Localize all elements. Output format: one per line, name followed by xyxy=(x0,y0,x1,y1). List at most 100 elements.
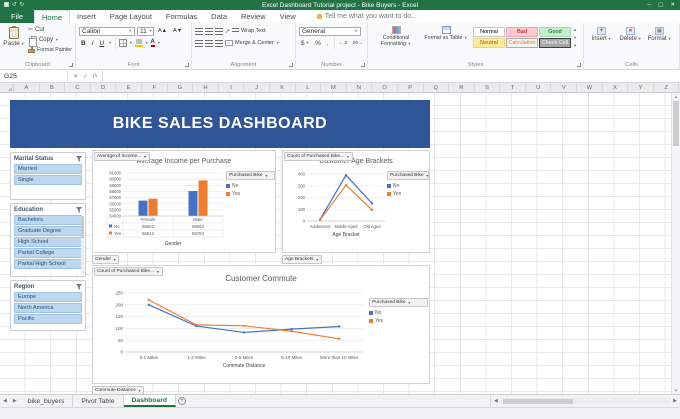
sheet-tab-bike-buyers[interactable]: bike_buyers xyxy=(20,395,74,407)
column-header-b[interactable]: B xyxy=(40,83,66,92)
dialog-launcher-icon[interactable] xyxy=(185,63,189,67)
column-header-r[interactable]: R xyxy=(449,83,475,92)
slicer-item-high-school[interactable]: High School xyxy=(14,237,82,247)
percent-style-button[interactable]: % xyxy=(313,40,323,47)
scroll-down-icon[interactable]: ▼ xyxy=(672,388,680,393)
clear-filter-icon[interactable] xyxy=(76,155,82,162)
wrap-text-button[interactable]: Wrap Text xyxy=(241,28,266,34)
undo-icon[interactable]: ↺ xyxy=(12,2,17,8)
column-header-g[interactable]: G xyxy=(168,83,194,92)
vertical-scrollbar[interactable]: ▲ ▼ xyxy=(671,93,680,394)
save-icon[interactable] xyxy=(4,2,9,7)
column-header-q[interactable]: Q xyxy=(424,83,450,92)
accounting-format-button[interactable]: $ ▼ xyxy=(299,40,311,47)
underline-button[interactable]: U xyxy=(98,39,107,48)
font-size-select[interactable]: 11 ▼ xyxy=(137,26,154,36)
align-left-icon[interactable] xyxy=(195,39,203,47)
sheet-tab-dashboard[interactable]: Dashboard xyxy=(123,395,177,407)
format-as-table-button[interactable]: Format as Table ▼ xyxy=(421,25,471,48)
conditional-formatting-button[interactable]: Conditional Formatting ▼ xyxy=(371,25,421,48)
slicer-item-partial-college[interactable]: Partial College xyxy=(14,248,82,258)
copy-button[interactable]: Copy ▼ xyxy=(27,35,73,47)
decrease-decimal-button[interactable]: .00→ xyxy=(350,41,363,46)
legend-field-button[interactable]: Purchased Bike ▼ xyxy=(387,171,429,180)
dialog-launcher-icon[interactable] xyxy=(361,63,365,67)
axis-field-button-age-brackets[interactable]: Age Brackets ▼ xyxy=(282,255,322,264)
cell-style-good[interactable]: Good xyxy=(539,27,571,37)
column-header-s[interactable]: S xyxy=(475,83,501,92)
cell-style-normal[interactable]: Normal xyxy=(473,27,505,37)
minimize-button[interactable]: ─ xyxy=(647,2,651,8)
column-header-x[interactable]: X xyxy=(603,83,629,92)
axis-field-button-gender[interactable]: Gender ▼ xyxy=(92,255,120,264)
scroll-right-icon[interactable]: ▶ xyxy=(670,398,680,404)
vertical-scrollbar-thumb[interactable] xyxy=(673,101,679,146)
prev-sheet-icon[interactable]: ◀ xyxy=(0,395,10,407)
scroll-up-icon[interactable]: ▲ xyxy=(672,94,680,99)
format-cells-button[interactable]: ▦ Format ▼ xyxy=(645,25,674,42)
slicer-item-europe[interactable]: Europe xyxy=(14,292,82,302)
dialog-launcher-icon[interactable] xyxy=(577,63,581,67)
dialog-launcher-icon[interactable] xyxy=(289,63,293,67)
tab-formulas[interactable]: Formulas xyxy=(159,10,204,23)
gallery-scroll-arrows[interactable]: ▲ ▼ ▼ xyxy=(573,27,577,48)
italic-button[interactable]: I xyxy=(90,39,96,48)
column-header-l[interactable]: L xyxy=(296,83,322,92)
tab-home[interactable]: Home xyxy=(34,10,71,23)
name-box[interactable]: G25 xyxy=(0,70,68,82)
file-tab[interactable]: File xyxy=(0,10,34,23)
column-header-d[interactable]: D xyxy=(91,83,117,92)
cell-style-bad[interactable]: Bad xyxy=(506,27,538,37)
pivot-field-button[interactable]: Count of Purchased Bike... ▼ xyxy=(94,267,163,276)
column-header-i[interactable]: I xyxy=(219,83,245,92)
number-format-select[interactable]: General ▼ xyxy=(299,26,361,36)
slicer-item-pacific[interactable]: Pacific xyxy=(14,314,82,324)
tab-page-layout[interactable]: Page Layout xyxy=(103,10,159,23)
column-header-v[interactable]: V xyxy=(551,83,578,92)
column-header-e[interactable]: E xyxy=(116,83,142,92)
slicer-item-graduate-degree[interactable]: Graduate Degree xyxy=(14,226,82,236)
worksheet-grid[interactable]: BIKE SALES DASHBOARD Marital Status Marri… xyxy=(0,93,680,395)
column-header-a[interactable]: A xyxy=(14,83,40,92)
font-color-icon[interactable]: A xyxy=(150,39,155,47)
decrease-font-size-button[interactable]: A▼ xyxy=(171,27,184,36)
column-header-c[interactable]: C xyxy=(65,83,91,92)
new-sheet-button[interactable]: + xyxy=(176,395,188,407)
cut-button[interactable]: ✂ Cut xyxy=(27,25,73,34)
cell-style-calculation[interactable]: Calculation xyxy=(506,38,538,48)
column-header-k[interactable]: K xyxy=(270,83,296,92)
borders-icon[interactable] xyxy=(118,39,127,47)
dialog-launcher-icon[interactable] xyxy=(69,63,73,67)
legend-field-button[interactable]: Purchased Bike ▼ xyxy=(369,298,428,307)
next-sheet-icon[interactable]: ▶ xyxy=(10,395,20,407)
bottom-align-icon[interactable] xyxy=(215,27,223,35)
column-header-w[interactable]: W xyxy=(577,83,603,92)
cell-style-neutral[interactable]: Neutral xyxy=(473,38,505,48)
column-header-n[interactable]: N xyxy=(347,83,373,92)
axis-field-button-commute-distance[interactable]: Commute Distance ▼ xyxy=(92,386,145,395)
tab-view[interactable]: View xyxy=(273,10,303,23)
maximize-button[interactable]: ▢ xyxy=(658,2,663,8)
column-header-z[interactable]: Z xyxy=(654,83,680,92)
clear-filter-icon[interactable] xyxy=(76,283,82,290)
cell-style-check-cell[interactable]: Check Cell xyxy=(539,38,571,48)
clear-filter-icon[interactable] xyxy=(76,206,82,213)
merge-center-button[interactable]: Merge & Center xyxy=(235,40,274,46)
top-align-icon[interactable] xyxy=(195,27,203,35)
increase-decimal-button[interactable]: ←.0 xyxy=(338,41,349,46)
tab-insert[interactable]: Insert xyxy=(70,10,103,23)
increase-font-size-button[interactable]: A▲ xyxy=(156,27,169,36)
paste-button[interactable]: Paste ▼ xyxy=(3,25,25,54)
tab-data[interactable]: Data xyxy=(204,10,234,23)
legend-field-button[interactable]: Purchased Bike ▼ xyxy=(226,171,275,180)
column-header-h[interactable]: H xyxy=(193,83,219,92)
insert-cells-button[interactable]: + Insert ▼ xyxy=(587,25,616,42)
scroll-left-icon[interactable]: ◀ xyxy=(491,398,501,404)
pivot-field-button[interactable]: Count of Purchased Bike... ▼ xyxy=(284,152,353,161)
redo-icon[interactable]: ↻ xyxy=(20,2,25,8)
insert-function-icon[interactable]: fx xyxy=(93,73,97,79)
orientation-icon[interactable]: ↗ xyxy=(225,28,230,35)
slicer-item-married[interactable]: Married xyxy=(14,164,82,174)
delete-cells-button[interactable]: ✕ Delete ▼ xyxy=(616,25,645,42)
column-header-o[interactable]: O xyxy=(372,83,398,92)
